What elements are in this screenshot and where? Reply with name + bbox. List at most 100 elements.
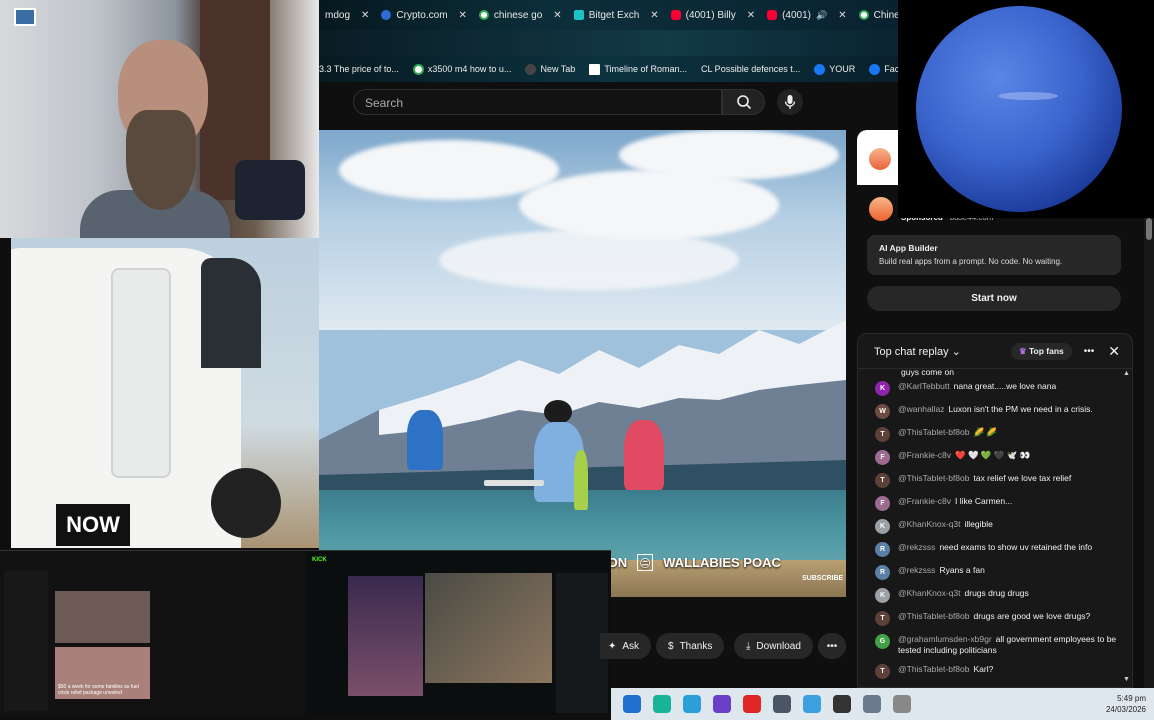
obs-icon[interactable] bbox=[833, 695, 851, 713]
chat-message-body: @ThisTablet-bf8ob Karl? bbox=[898, 664, 993, 675]
scroll-up-icon[interactable]: ▲ bbox=[1123, 370, 1130, 377]
bitget-favicon-icon bbox=[573, 10, 584, 20]
purple-app-icon[interactable] bbox=[713, 695, 731, 713]
bookmark[interactable]: New Tab bbox=[525, 63, 575, 75]
bookmark[interactable]: YOUR bbox=[814, 63, 855, 75]
avatar[interactable]: T bbox=[875, 473, 890, 488]
chat-author[interactable]: @grahamlumsden-xb9gr bbox=[898, 634, 992, 644]
pin-icon[interactable] bbox=[893, 695, 911, 713]
close-tab-icon[interactable]: ✕ bbox=[838, 10, 846, 21]
chat-author[interactable]: @Frankie-c8v bbox=[898, 496, 951, 506]
more-options-icon[interactable]: ••• bbox=[1084, 346, 1095, 357]
close-tab-icon[interactable]: ✕ bbox=[553, 10, 561, 21]
subscribe-watermark[interactable]: SUBSCRIBE bbox=[802, 575, 843, 582]
chat-author[interactable]: @ThisTablet-bf8ob bbox=[898, 664, 969, 674]
chat-author[interactable]: @KarlTebbutt bbox=[898, 381, 950, 391]
browser-tab[interactable]: mdog ✕ bbox=[319, 3, 375, 27]
youtube-favicon-icon bbox=[767, 10, 778, 20]
chat-message: F @Frankie-c8v I like Carmen... bbox=[858, 492, 1132, 515]
speaker-icon[interactable]: 🔊 bbox=[816, 10, 827, 21]
bookmark[interactable]: 3.3 The price of to... bbox=[319, 64, 399, 74]
avatar[interactable]: F bbox=[875, 496, 890, 511]
red-app-icon[interactable] bbox=[743, 695, 761, 713]
youtube-favicon-icon bbox=[670, 10, 681, 20]
browser-tab[interactable]: (4001) Billy ✕ bbox=[665, 3, 761, 27]
browser-tab-active[interactable]: (4001) 🔊 ✕ bbox=[761, 3, 853, 27]
chat-message-body: @Frankie-c8v I like Carmen... bbox=[898, 496, 1012, 507]
browser-tab[interactable]: chinese go ✕ bbox=[473, 3, 568, 27]
close-tab-icon[interactable]: ✕ bbox=[650, 10, 658, 21]
chat-message: R @rekzsss need exams to show uv retained … bbox=[858, 538, 1132, 561]
avatar[interactable]: K bbox=[875, 588, 890, 603]
cloud bbox=[339, 140, 559, 200]
bookmark[interactable]: x3500 m4 how to u... bbox=[412, 63, 511, 75]
chat-author[interactable]: @ThisTablet-bf8ob bbox=[898, 473, 969, 483]
avatar[interactable]: T bbox=[875, 611, 890, 626]
avatar[interactable]: F bbox=[875, 450, 890, 465]
voice-search-button[interactable] bbox=[777, 89, 803, 115]
browser-tab[interactable]: Chinese x5✕ bbox=[853, 3, 898, 27]
system-clock[interactable]: 5:49 pm 24/03/2026 bbox=[1106, 693, 1146, 715]
telegram-icon[interactable] bbox=[683, 695, 701, 713]
avatar[interactable]: R bbox=[875, 565, 890, 580]
chat-text: ❤️ 🤍 💚 🖤 🕊️ 👀 bbox=[955, 450, 1031, 460]
avatar[interactable]: W bbox=[875, 404, 890, 419]
google-favicon-icon bbox=[412, 63, 424, 75]
chat-title: Top chat replay bbox=[874, 345, 949, 358]
search-button[interactable] bbox=[722, 89, 765, 115]
settings-icon[interactable] bbox=[863, 695, 881, 713]
chat-author[interactable]: @KhanKnox-q3t bbox=[898, 519, 961, 529]
chat-author[interactable]: @ThisTablet-bf8ob bbox=[898, 427, 969, 437]
avatar[interactable]: K bbox=[875, 519, 890, 534]
chat-text: need exams to show uv retained the info bbox=[939, 542, 1093, 552]
browser-tab[interactable]: Bitget Exch ✕ bbox=[568, 3, 665, 27]
gamepad-icon[interactable] bbox=[773, 695, 791, 713]
avatar[interactable]: K bbox=[875, 381, 890, 396]
avatar[interactable]: T bbox=[875, 427, 890, 442]
chat-author[interactable]: @rekzsss bbox=[898, 565, 935, 575]
taskbar: 5:49 pm 24/03/2026 bbox=[611, 688, 1154, 720]
thanks-icon: $ bbox=[668, 640, 674, 652]
chat-message-body: @KhanKnox-q3t drugs drug drugs bbox=[898, 588, 1029, 599]
chat-author[interactable]: @Frankie-c8v bbox=[898, 450, 951, 460]
chat-author[interactable]: @wanhallaz bbox=[898, 404, 944, 414]
video-player[interactable] bbox=[319, 130, 846, 597]
chat-message: T @ThisTablet-bf8ob 🌽 🌽 bbox=[858, 423, 1132, 446]
chat-author[interactable]: @KhanKnox-q3t bbox=[898, 588, 961, 598]
download-button[interactable]: ⤓ Download bbox=[734, 633, 813, 659]
more-actions-button[interactable]: ••• bbox=[818, 633, 846, 659]
avatar[interactable]: G bbox=[875, 634, 890, 649]
chat-mode-dropdown[interactable]: Top chat replay ⌄ bbox=[874, 345, 961, 358]
close-tab-icon[interactable]: ✕ bbox=[459, 10, 467, 21]
avatar[interactable]: R bbox=[875, 542, 890, 557]
facebook-icon bbox=[814, 63, 826, 75]
chat-author[interactable]: @rekzsss bbox=[898, 542, 935, 552]
thanks-button[interactable]: $ Thanks bbox=[656, 633, 725, 659]
page-scrollbar[interactable] bbox=[1144, 218, 1154, 688]
close-tab-icon[interactable]: ✕ bbox=[747, 10, 755, 21]
bookmark[interactable]: Timeline of Roman... bbox=[589, 63, 687, 75]
chat-message-body: @Frankie-c8v ❤️ 🤍 💚 🖤 🕊️ 👀 bbox=[898, 450, 1030, 461]
person bbox=[407, 410, 443, 470]
app-green-icon[interactable] bbox=[653, 695, 671, 713]
bookmarks-bar: 3.3 The price of to... x3500 m4 how to u… bbox=[319, 56, 898, 82]
network-icon[interactable] bbox=[803, 695, 821, 713]
top-fans-button[interactable]: ♛ Top fans bbox=[1010, 342, 1072, 360]
browser-tab[interactable]: Crypto.com ✕ bbox=[375, 3, 473, 27]
bookmark[interactable]: CL Possible defences t... bbox=[701, 64, 800, 74]
search-input[interactable]: Search bbox=[353, 89, 722, 115]
store-icon[interactable] bbox=[623, 695, 641, 713]
scroll-down-icon[interactable]: ▼ bbox=[1123, 676, 1130, 683]
bag-object bbox=[235, 160, 305, 220]
close-tab-icon[interactable]: ✕ bbox=[361, 10, 369, 21]
ask-button[interactable]: ✦ Ask bbox=[600, 633, 652, 659]
avatar[interactable]: T bbox=[875, 664, 890, 679]
bookmark[interactable]: Facebook green bbox=[869, 63, 898, 75]
kick-logo: KICK bbox=[312, 557, 327, 563]
chat-author[interactable]: @ThisTablet-bf8ob bbox=[898, 611, 969, 621]
start-now-button[interactable]: Start now bbox=[867, 286, 1121, 311]
close-icon[interactable]: ✕ bbox=[1108, 343, 1120, 360]
page-scrollbar-thumb[interactable] bbox=[1146, 218, 1152, 240]
ad-card[interactable] bbox=[857, 130, 898, 185]
ad-info-card[interactable]: AI App Builder Build real apps from a pr… bbox=[867, 235, 1121, 275]
